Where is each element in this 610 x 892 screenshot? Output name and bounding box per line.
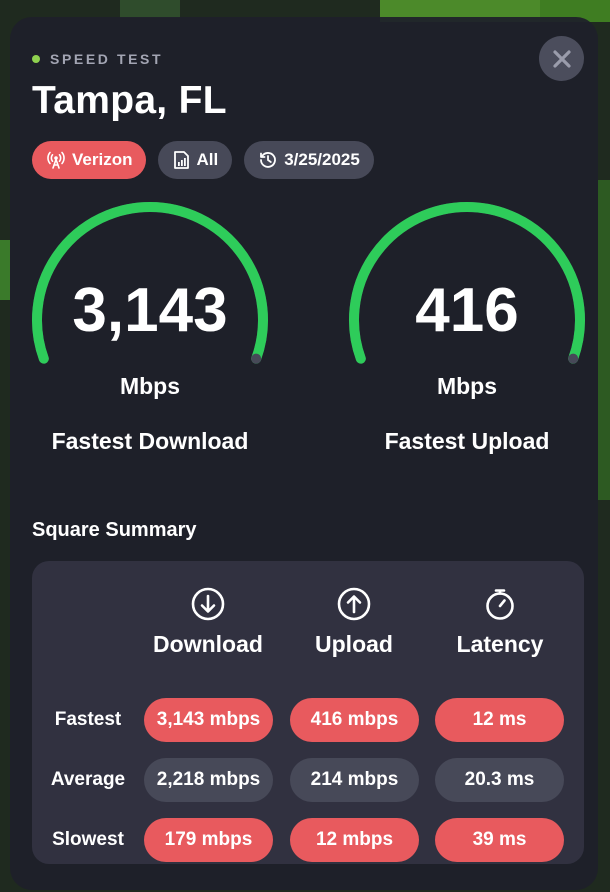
pill-slowest-download: 179 mbps [144,818,273,862]
column-download-label: Download [153,631,263,657]
download-gauge-unit: Mbps [119,373,181,399]
speed-test-panel: SPEED TEST Tampa, FL Verizon All 3/25/20… [10,17,598,890]
pill-slowest-upload: 12 mbps [290,818,419,862]
eyebrow: SPEED TEST [32,51,163,67]
gauge-end-cap [251,353,262,364]
network-chip-label: All [196,150,219,169]
upload-gauge-label: Fastest Upload [384,428,550,454]
pill-average-latency: 20.3 ms [435,758,564,802]
filter-chips: Verizon All 3/25/2025 [32,141,374,179]
pill-fastest-download: 3,143 mbps [144,698,273,742]
download-circle-icon [191,587,225,621]
carrier-chip[interactable]: Verizon [32,141,147,179]
row-label-slowest: Slowest [52,829,124,850]
eyebrow-label: SPEED TEST [50,51,164,67]
page-title: Tampa, FL [32,79,227,122]
column-download: Download [138,586,278,658]
upload-gauge-unit: Mbps [436,373,498,399]
download-gauge: 3,143 Mbps Fastest Download [25,200,275,460]
pill-average-download: 2,218 mbps [144,758,273,802]
cell-tower-icon [47,151,65,169]
history-icon [260,152,277,168]
pill-slowest-latency: 39 ms [435,818,564,862]
column-upload-label: Upload [315,631,393,657]
upload-gauge-value: 416 [415,276,519,345]
row-label-average: Average [50,769,126,790]
status-dot [32,55,40,63]
pill-fastest-latency: 12 ms [435,698,564,742]
close-icon [552,49,571,68]
carrier-chip-label: Verizon [72,150,133,169]
close-button[interactable] [539,36,584,81]
upload-circle-icon [337,587,371,621]
summary-card: Download Upload Latency Fastest Average … [32,561,584,864]
column-latency: Latency [430,586,570,658]
sim-card-icon [174,151,190,169]
pill-average-upload: 214 mbps [290,758,419,802]
column-upload: Upload [284,586,424,658]
download-gauge-value: 3,143 [72,276,228,345]
download-gauge-label: Fastest Download [51,428,249,454]
row-label-fastest: Fastest [54,709,122,730]
section-title: Square Summary [32,519,197,541]
pill-fastest-upload: 416 mbps [290,698,419,742]
gauge-end-cap [568,353,579,364]
stopwatch-icon [486,589,514,620]
column-latency-label: Latency [456,631,544,657]
upload-gauge: 416 Mbps Fastest Upload [342,200,592,460]
date-chip-label: 3/25/2025 [284,150,360,169]
date-chip[interactable]: 3/25/2025 [244,141,374,179]
network-chip[interactable]: All [158,141,233,179]
